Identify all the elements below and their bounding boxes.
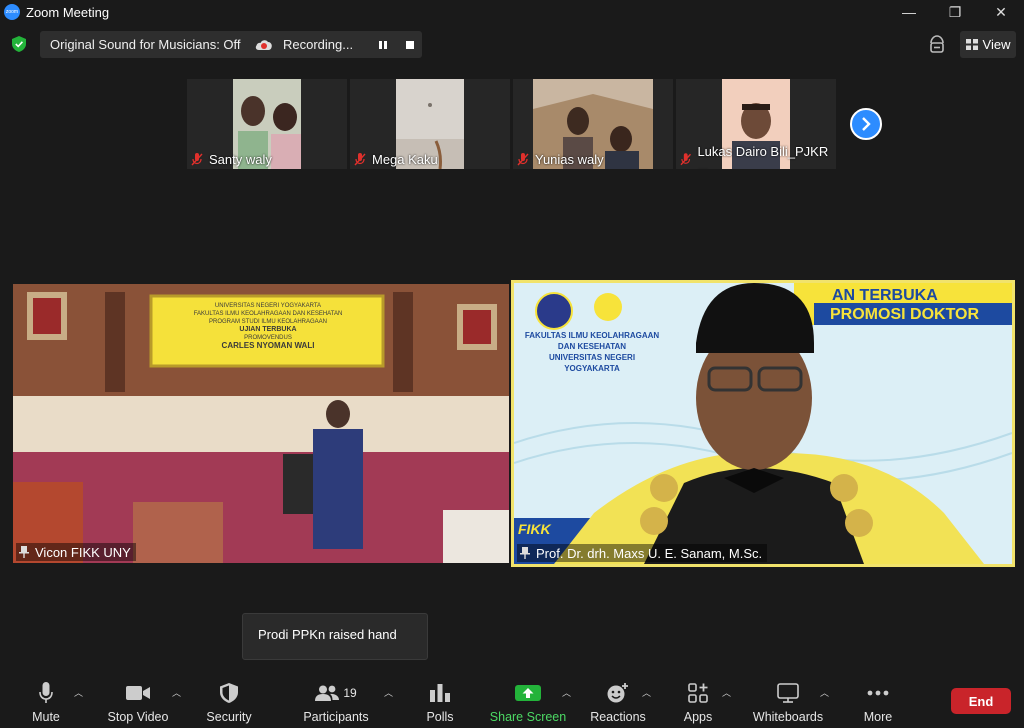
- pause-recording-button[interactable]: [376, 38, 390, 52]
- participants-button[interactable]: 19 Participants: [302, 672, 370, 728]
- participant-video-tile[interactable]: UNIVERSITAS NEGERI YOGYAKARTA FAKULTAS I…: [13, 284, 509, 563]
- window-title: Zoom Meeting: [26, 4, 110, 20]
- participant-thumbnail[interactable]: Lukas Dairo Bili_PJKR ...: [676, 79, 836, 169]
- polls-chart-icon: [430, 684, 450, 702]
- participant-name-label: Mega Kaku: [350, 150, 438, 168]
- recording-indicator: Recording...: [245, 31, 422, 58]
- close-button[interactable]: ✕: [978, 0, 1024, 24]
- hall-banner: UNIVERSITAS NEGERI YOGYAKARTA FAKULTAS I…: [193, 303, 343, 350]
- mic-muted-icon: [517, 152, 529, 165]
- recording-label: Recording...: [283, 37, 354, 52]
- participants-options-chevron-icon[interactable]: ︿: [384, 686, 393, 699]
- mute-button[interactable]: Mute: [28, 672, 64, 728]
- mic-muted-icon: [354, 152, 366, 165]
- cloud-recording-icon: [255, 39, 272, 50]
- whiteboard-icon: [777, 683, 799, 703]
- share-screen-button[interactable]: Share Screen: [490, 672, 566, 728]
- participants-icon: [315, 685, 340, 701]
- reactions-button[interactable]: Reactions: [590, 672, 646, 728]
- immersive-view-icon[interactable]: [928, 34, 946, 54]
- security-shield-icon: [220, 683, 238, 703]
- zoom-logo: zoom: [4, 4, 20, 20]
- security-button[interactable]: Security: [204, 672, 254, 728]
- mic-muted-icon: [191, 152, 203, 165]
- participant-name-label: Lukas Dairo Bili_PJKR ...: [676, 144, 836, 169]
- apps-icon: [688, 683, 708, 703]
- participant-thumbnail[interactable]: Santy waly: [187, 79, 347, 169]
- stop-video-button[interactable]: Stop Video: [104, 672, 172, 728]
- participants-count: 19: [343, 686, 357, 700]
- more-dots-icon: [867, 690, 889, 696]
- microphone-icon: [39, 682, 53, 703]
- meeting-toolbar: Mute ︿ Stop Video ︿ Security 19 Particip…: [0, 672, 1024, 728]
- banner-line-1: AN TERBUKA: [832, 287, 938, 304]
- whiteboards-button[interactable]: Whiteboards: [752, 672, 824, 728]
- pin-icon: [520, 547, 530, 559]
- original-sound-toggle[interactable]: Original Sound for Musicians: Off: [40, 31, 251, 58]
- more-button[interactable]: More: [860, 672, 896, 728]
- participant-thumbnail[interactable]: Yunias waly: [513, 79, 673, 169]
- view-label: View: [982, 37, 1011, 52]
- mic-muted-icon: [680, 152, 691, 165]
- whiteboards-options-chevron-icon[interactable]: ︿: [820, 686, 829, 699]
- meeting-status-bar: Original Sound for Musicians: Off Record…: [0, 30, 1024, 58]
- video-camera-icon: [126, 686, 150, 700]
- stop-recording-button[interactable]: [403, 38, 417, 52]
- participant-name-label: Santy waly: [187, 150, 272, 168]
- share-screen-icon: [515, 685, 541, 701]
- raised-hand-notification[interactable]: Prodi PPKn raised hand: [242, 613, 428, 660]
- audio-options-chevron-icon[interactable]: ︿: [74, 686, 83, 699]
- maximize-button[interactable]: ❐: [932, 0, 978, 24]
- reactions-smiley-icon: [607, 683, 628, 703]
- participant-name-label: Yunias waly: [513, 150, 604, 168]
- encryption-shield-icon[interactable]: [12, 36, 26, 52]
- pin-icon: [19, 546, 29, 558]
- end-meeting-button[interactable]: End: [951, 688, 1011, 714]
- minimize-button[interactable]: —: [886, 0, 932, 24]
- active-speaker-video-tile[interactable]: AN TERBUKA PROMOSI DOKTOR FAKULTAS ILMU …: [511, 280, 1015, 567]
- reactions-options-chevron-icon[interactable]: ︿: [642, 686, 651, 699]
- banner-line-2: PROMOSI DOKTOR: [830, 306, 980, 323]
- apps-button[interactable]: Apps: [680, 672, 716, 728]
- title-bar: zoom Zoom Meeting — ❐ ✕: [0, 0, 1024, 24]
- faculty-text: FAKULTAS ILMU KEOLAHRAGAAN DAN KESEHATAN…: [524, 331, 660, 373]
- participant-name-label: Prof. Dr. drh. Maxs U. E. Sanam, M.Sc.: [517, 544, 768, 562]
- share-options-chevron-icon[interactable]: ︿: [562, 686, 571, 699]
- video-options-chevron-icon[interactable]: ︿: [172, 686, 181, 699]
- stop-icon: [406, 41, 414, 49]
- pause-icon: [379, 41, 387, 49]
- chevron-right-icon: [862, 117, 871, 131]
- speaker-video: [514, 283, 1012, 564]
- polls-button[interactable]: Polls: [422, 672, 458, 728]
- next-page-button[interactable]: [850, 108, 882, 140]
- view-button[interactable]: View: [960, 31, 1016, 58]
- grid-view-icon: [965, 39, 978, 50]
- window-controls: — ❐ ✕: [886, 0, 1024, 24]
- fikk-logo-text: FIKK: [518, 521, 551, 537]
- participant-thumbnail[interactable]: Mega Kaku: [350, 79, 510, 169]
- apps-options-chevron-icon[interactable]: ︿: [722, 686, 731, 699]
- participant-name-label: Vicon FIKK UNY: [16, 543, 136, 561]
